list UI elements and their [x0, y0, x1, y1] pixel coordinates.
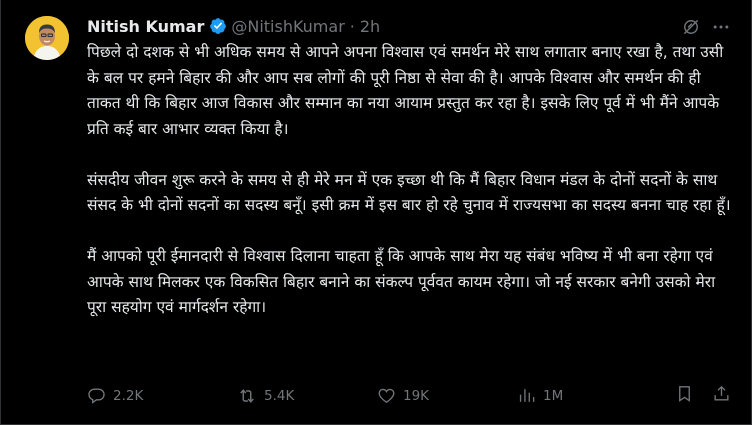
- bookmark-icon[interactable]: [675, 384, 694, 407]
- tweet-actions: 2.2K 5.4K 19K 1M: [87, 384, 731, 407]
- repost-count: 5.4K: [264, 387, 295, 404]
- more-icon[interactable]: [711, 17, 731, 41]
- avatar[interactable]: [25, 16, 69, 60]
- separator-dot: ·: [349, 16, 355, 36]
- tweet-header: Nitish Kumar @NitishKumar · 2h: [87, 14, 731, 38]
- reply-button[interactable]: 2.2K: [87, 386, 237, 405]
- like-count: 19K: [403, 387, 430, 404]
- tweet-content: Nitish Kumar @NitishKumar · 2h पिछले दो …: [87, 14, 731, 321]
- like-icon: [378, 388, 395, 404]
- repost-icon: [240, 388, 254, 403]
- tweet-paragraph-2: संसदीय जीवन शुरू करने के समय से ही मेरे …: [87, 170, 731, 215]
- tweet-text: पिछले दो दशक से भी अधिक समय से आपने अपना…: [87, 40, 731, 321]
- secondary-actions: [675, 384, 731, 407]
- tweet-card[interactable]: Nitish Kumar @NitishKumar · 2h पिछले दो …: [0, 0, 752, 425]
- grok-icon[interactable]: [681, 17, 701, 41]
- avatar-image: [25, 16, 69, 60]
- reply-count: 2.2K: [113, 387, 144, 404]
- views-icon: [519, 389, 535, 402]
- author-name[interactable]: Nitish Kumar: [87, 17, 204, 36]
- like-button[interactable]: 19K: [377, 386, 517, 405]
- verified-badge-icon: [209, 17, 227, 35]
- timestamp[interactable]: 2h: [360, 17, 380, 36]
- tweet-paragraph-3: मैं आपको पूरी ईमानदारी से विश्वास दिलाना…: [87, 247, 716, 316]
- views-count: 1M: [543, 387, 564, 404]
- tweet-paragraph-1: पिछले दो दशक से भी अधिक समय से आपने अपना…: [87, 43, 724, 138]
- views-button[interactable]: 1M: [517, 386, 657, 405]
- author-handle[interactable]: @NitishKumar: [231, 17, 344, 36]
- repost-button[interactable]: 5.4K: [237, 386, 377, 406]
- reply-icon: [88, 388, 105, 404]
- share-icon[interactable]: [712, 384, 731, 407]
